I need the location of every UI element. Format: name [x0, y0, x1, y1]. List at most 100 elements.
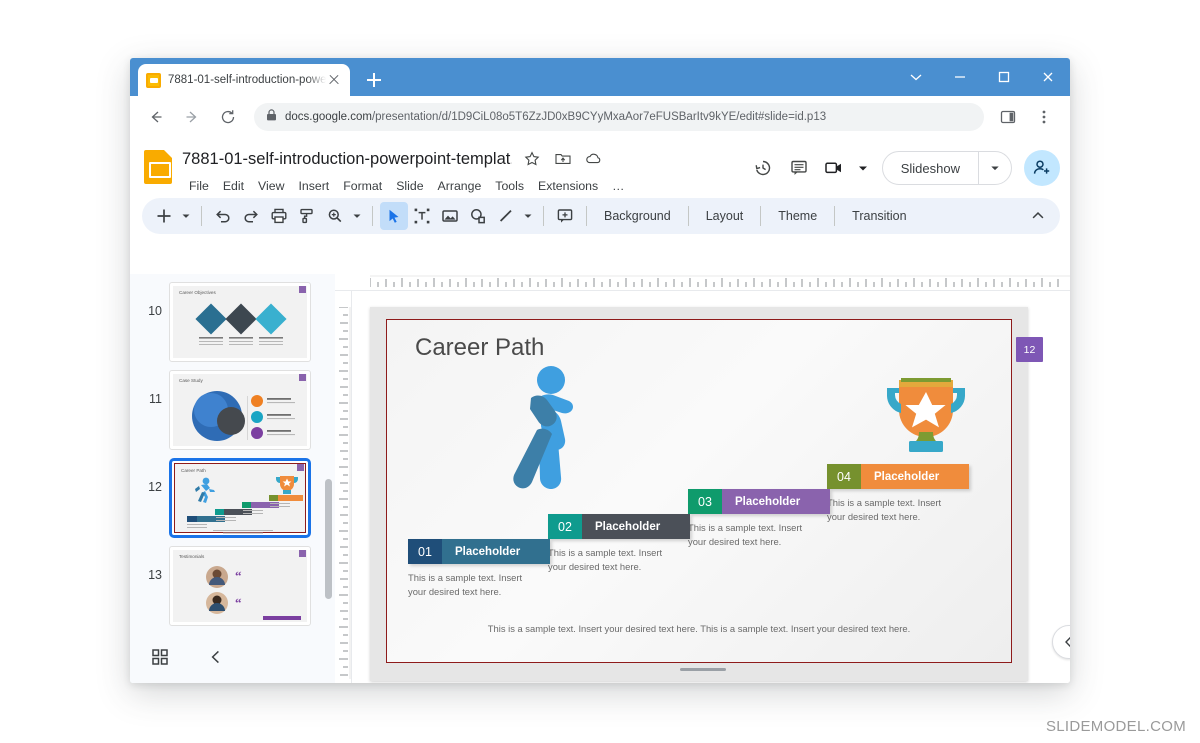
vertical-ruler[interactable] [335, 291, 352, 683]
menu-file[interactable]: File [182, 177, 216, 195]
cloud-saved-icon[interactable] [583, 148, 605, 170]
slide-thumbnail-12[interactable]: Career Path [169, 458, 311, 538]
url-omnibox[interactable]: docs.google.com/presentation/d/1D9CiL08o… [254, 103, 984, 131]
slide-filmstrip: 10 Career Objectives 11 Case Study 12 Ca… [130, 274, 335, 683]
add-comment-button[interactable] [551, 202, 579, 230]
step-02-bar: 02 Placeholder [548, 514, 690, 539]
slide-number: 12 [148, 480, 162, 494]
step-02-number: 02 [548, 514, 582, 539]
grid-view-button[interactable] [148, 645, 172, 669]
zoom-chevron-down-icon[interactable] [349, 202, 365, 230]
horizontal-ruler[interactable] [335, 274, 1070, 291]
tab-close-icon[interactable] [326, 72, 342, 88]
select-tool-button[interactable] [380, 202, 408, 230]
insert-image-button[interactable] [436, 202, 464, 230]
slide-canvas-area: 12 Career Path 04 Placeholder This is a … [335, 274, 1070, 683]
document-title[interactable]: 7881-01-self-introduction-powerpoint-tem… [182, 150, 512, 169]
toolbar-divider [201, 206, 202, 226]
collapse-toolbar-chevron-up-icon[interactable] [1024, 202, 1052, 230]
theme-button[interactable]: Theme [768, 209, 827, 223]
zoom-button[interactable] [321, 202, 349, 230]
browser-tab[interactable]: 7881-01-self-introduction-power [138, 64, 350, 96]
step-01-number: 01 [408, 539, 442, 564]
menu-arrange[interactable]: Arrange [431, 177, 489, 195]
slide-footer-note[interactable]: This is a sample text. Insert your desir… [474, 622, 923, 636]
maximize-icon[interactable] [982, 58, 1026, 96]
redo-button[interactable] [237, 202, 265, 230]
move-to-folder-icon[interactable] [552, 148, 574, 170]
menu-view[interactable]: View [251, 177, 291, 195]
step-03-body: This is a sample text. Insert your desir… [688, 522, 803, 548]
text-box-button[interactable] [408, 202, 436, 230]
paint-format-button[interactable] [293, 202, 321, 230]
slide-number-badge: 12 [1016, 337, 1043, 362]
header-actions: Slideshow [746, 150, 1060, 186]
slide-backdrop: 12 Career Path 04 Placeholder This is a … [370, 307, 1043, 681]
print-button[interactable] [265, 202, 293, 230]
menu-more[interactable]: … [605, 177, 631, 195]
step-03[interactable]: 03 Placeholder This is a sample text. In… [688, 489, 830, 549]
close-window-icon[interactable] [1026, 58, 1070, 96]
lock-icon [266, 108, 277, 126]
slideshow-label: Slideshow [900, 160, 960, 176]
thumbnail-art: “ “ [206, 566, 301, 620]
layout-button[interactable]: Layout [696, 209, 754, 223]
step-02-label: Placeholder [582, 514, 690, 539]
new-slide-chevron-down-icon[interactable] [178, 202, 194, 230]
thumbnail-art [187, 476, 303, 534]
menu-insert[interactable]: Insert [291, 177, 336, 195]
thumbnail-canvas: Career Path [174, 463, 306, 534]
chrome-menu-icon[interactable] [1029, 102, 1059, 132]
step-02[interactable]: 02 Placeholder This is a sample text. In… [548, 514, 690, 574]
step-04[interactable]: 04 Placeholder This is a sample text. In… [827, 464, 969, 524]
slide-thumbnail-13[interactable]: Testimonials “ “ [169, 546, 311, 626]
reload-icon[interactable] [213, 102, 243, 132]
collapse-filmstrip-chevron-left-icon[interactable] [204, 645, 228, 669]
menu-slide[interactable]: Slide [389, 177, 430, 195]
app-header: 7881-01-self-introduction-powerpoint-tem… [130, 138, 1070, 196]
back-arrow-icon[interactable] [141, 102, 171, 132]
meet-caret-icon[interactable] [854, 151, 872, 185]
shape-button[interactable] [464, 202, 492, 230]
menu-extensions[interactable]: Extensions [531, 177, 605, 195]
title-row: 7881-01-self-introduction-powerpoint-tem… [182, 146, 746, 172]
star-icon[interactable] [521, 148, 543, 170]
menu-edit[interactable]: Edit [216, 177, 251, 195]
speaker-notes-drag-handle[interactable] [679, 668, 726, 671]
slideshow-button[interactable]: Slideshow [881, 151, 1012, 185]
collapse-right-panel-button[interactable] [1052, 625, 1070, 659]
menu-format[interactable]: Format [336, 177, 389, 195]
new-tab-button[interactable] [360, 66, 388, 94]
tab-search-chevron-down-icon[interactable] [894, 58, 938, 96]
minimize-icon[interactable] [938, 58, 982, 96]
comment-icon[interactable] [782, 151, 816, 185]
menu-tools[interactable]: Tools [488, 177, 531, 195]
new-slide-button[interactable] [150, 202, 178, 230]
filmstrip-row: 12 Career Path [130, 450, 335, 538]
forward-arrow-icon[interactable] [177, 102, 207, 132]
step-04-number: 04 [827, 464, 861, 489]
step-03-label: Placeholder [722, 489, 830, 514]
slide-title[interactable]: Career Path [415, 334, 544, 362]
title-and-menu-block: 7881-01-self-introduction-powerpoint-tem… [182, 146, 746, 197]
background-button[interactable]: Background [594, 209, 681, 223]
step-01[interactable]: 01 Placeholder This is a sample text. In… [408, 539, 550, 599]
transition-button[interactable]: Transition [842, 209, 916, 223]
meet-camera-icon[interactable] [818, 151, 852, 185]
thumbnail-placeholder-icon [297, 464, 304, 471]
share-add-person-button[interactable] [1024, 150, 1060, 186]
current-slide[interactable]: 12 Career Path 04 Placeholder This is a … [386, 319, 1043, 663]
version-history-icon[interactable] [746, 151, 780, 185]
tab-title: 7881-01-self-introduction-power [168, 74, 326, 86]
trophy-icon [887, 378, 965, 452]
thumbnail-canvas: Testimonials “ “ [173, 550, 307, 622]
slideshow-chevron-down-icon[interactable] [979, 152, 1011, 184]
filmstrip-scrollbar[interactable] [325, 479, 332, 599]
slide-thumbnail-11[interactable]: Case Study [169, 370, 311, 450]
undo-button[interactable] [209, 202, 237, 230]
slide-thumbnail-10[interactable]: Career Objectives [169, 282, 311, 362]
line-chevron-down-icon[interactable] [520, 202, 536, 230]
line-button[interactable] [492, 202, 520, 230]
browser-address-bar: docs.google.com/presentation/d/1D9CiL08o… [130, 96, 1070, 138]
side-panel-icon[interactable] [993, 102, 1023, 132]
